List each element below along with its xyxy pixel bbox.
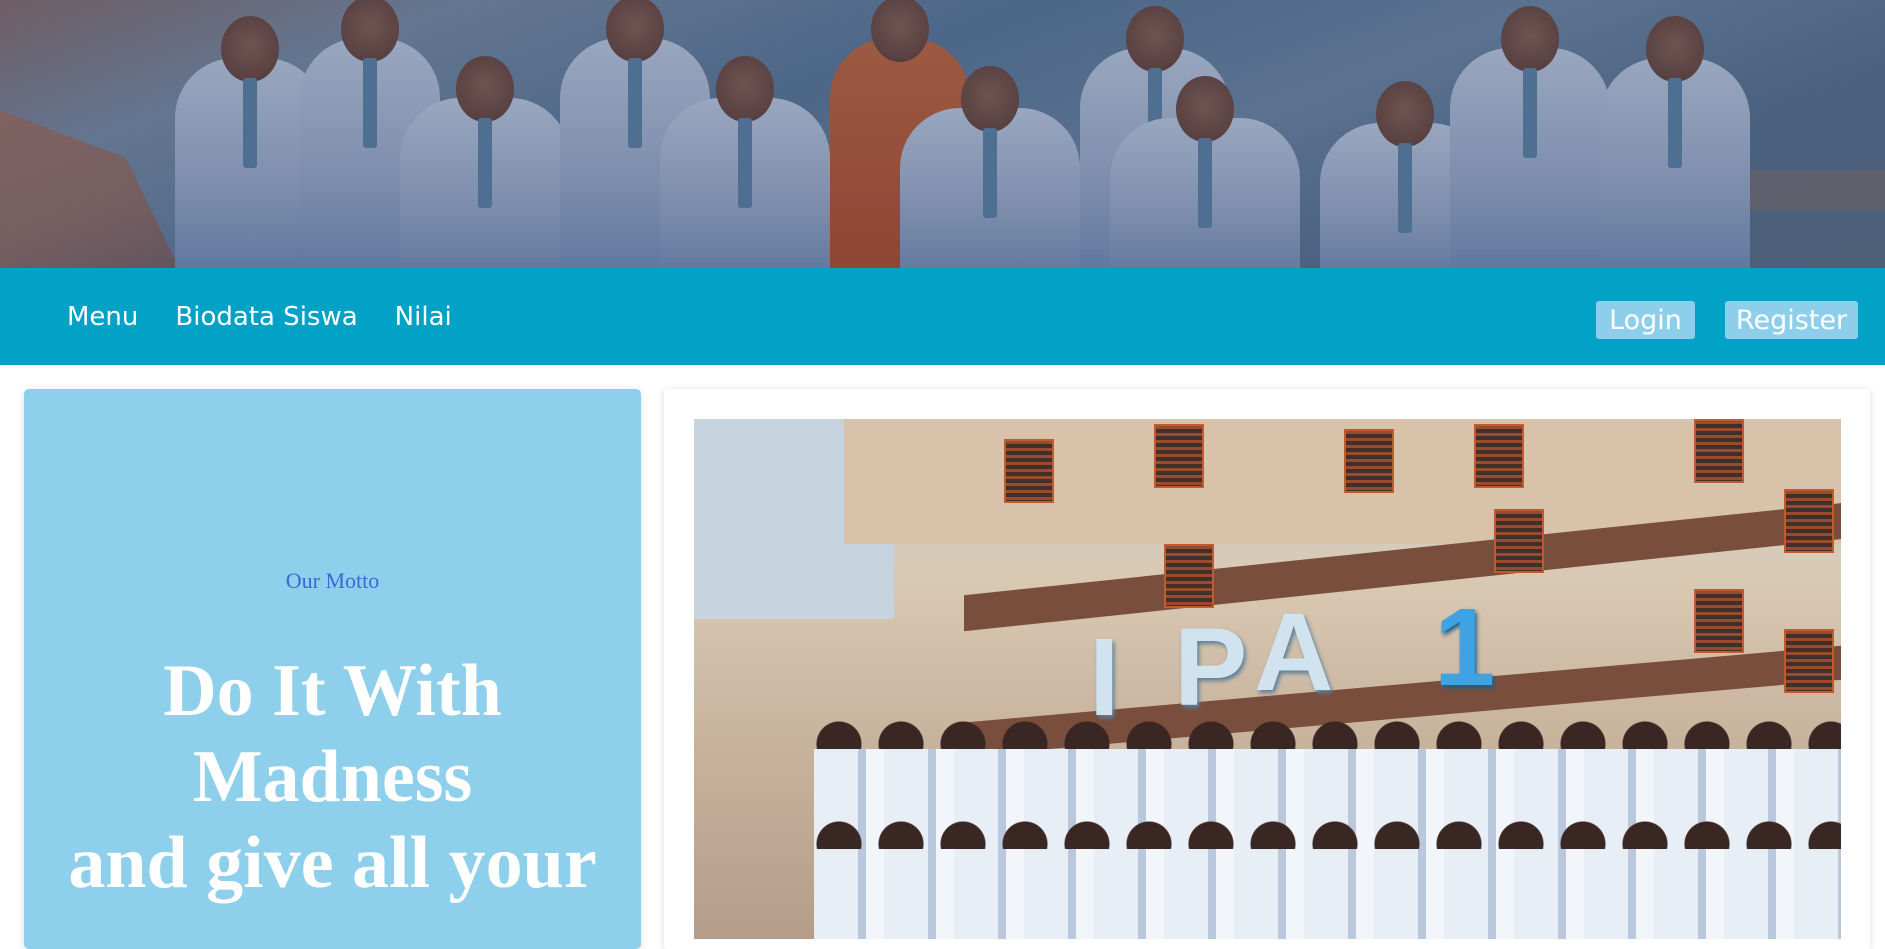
photo-window — [1344, 429, 1394, 493]
balloon-letter: P — [1174, 606, 1248, 729]
hero-banner-image — [0, 0, 1885, 268]
nav-link-nilai[interactable]: Nilai — [395, 302, 452, 332]
motto-line: Madness — [192, 736, 473, 818]
register-button[interactable]: Register — [1725, 301, 1858, 339]
motto-line: and give all your — [68, 822, 597, 904]
photo-crowd — [814, 849, 1841, 939]
photo-window — [1494, 509, 1544, 573]
photo-window — [1004, 439, 1054, 503]
motto-text: Do It With Madness and give all your — [24, 648, 641, 906]
hero-overlay — [0, 0, 1885, 268]
nav-links: Menu Biodata Siswa Nilai — [67, 268, 489, 365]
balloon-letter: A — [1254, 591, 1334, 714]
balloon-letter: 1 — [1434, 586, 1496, 709]
nav-link-menu[interactable]: Menu — [67, 302, 138, 332]
nav-link-biodata-siswa[interactable]: Biodata Siswa — [175, 302, 357, 332]
photo-window — [1164, 544, 1214, 608]
photo-window — [1154, 424, 1204, 488]
class-photo-image: I P A 1 — [694, 419, 1841, 939]
photo-window — [1784, 489, 1834, 553]
photo-window — [1694, 419, 1744, 483]
photo-window — [1694, 589, 1744, 653]
motto-line: Do It With — [163, 650, 502, 732]
photo-window — [1784, 629, 1834, 693]
login-button[interactable]: Login — [1596, 301, 1695, 339]
photo-window — [1474, 424, 1524, 488]
motto-label: Our Motto — [285, 568, 380, 593]
